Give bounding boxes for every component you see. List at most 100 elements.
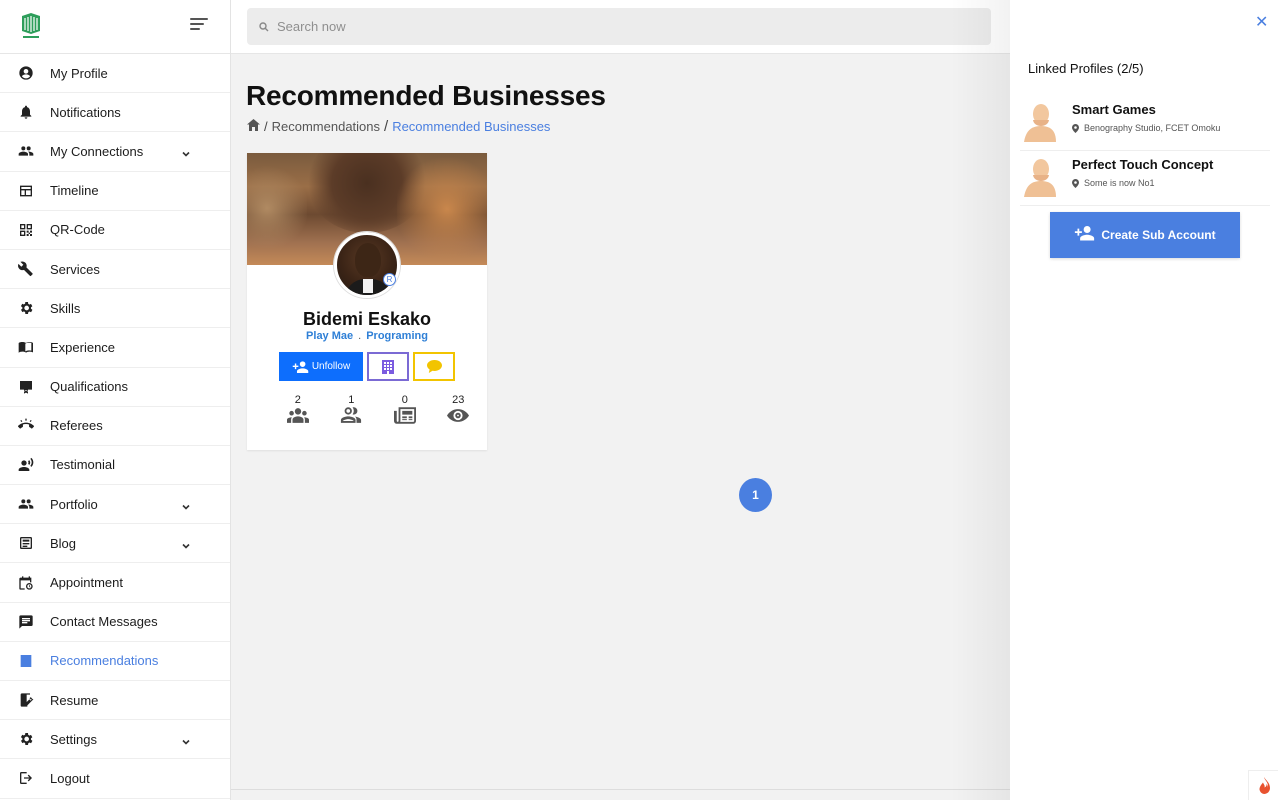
chevron-down-icon[interactable] xyxy=(181,499,191,510)
sidebar-item-label: Resume xyxy=(50,692,99,708)
sidebar-item-notifications[interactable]: Notifications xyxy=(0,93,230,133)
breadcrumb-parent[interactable]: Recommendations xyxy=(272,119,380,134)
views-stat[interactable]: 23 xyxy=(432,394,486,424)
sidebar-item-label: Blog xyxy=(50,535,77,551)
home-icon[interactable] xyxy=(247,119,260,134)
sidebar-item-label: Timeline xyxy=(50,183,99,199)
sidebar-item-my-profile[interactable]: My Profile xyxy=(0,54,230,94)
sidebar-item-services[interactable]: Services xyxy=(0,250,230,290)
tag[interactable]: Programing xyxy=(366,330,428,342)
search-bar[interactable] xyxy=(247,8,991,45)
sidebar-item-qualifications[interactable]: Qualifications xyxy=(0,368,230,407)
business-tags: Play Mae. Programing xyxy=(247,330,487,342)
sidebar-item-testimonial[interactable]: Testimonial xyxy=(0,446,230,486)
speaking-person-icon xyxy=(18,457,34,473)
connections-stat[interactable]: 1 xyxy=(325,394,379,424)
sidebar-item-resume[interactable]: Resume xyxy=(0,681,230,721)
followers-stat[interactable]: 2 xyxy=(271,394,325,424)
posts-stat[interactable]: 0 xyxy=(378,394,432,424)
sidebar-item-experience[interactable]: Experience xyxy=(0,328,230,368)
sidebar-item-appointment[interactable]: Appointment xyxy=(0,563,230,603)
linked-profile-location: Benography Studio, FCET Omoku xyxy=(1072,123,1220,133)
linked-profile-item[interactable]: Perfect Touch Concept Some is now No1 xyxy=(1020,151,1270,206)
search-input[interactable] xyxy=(277,19,957,34)
sidebar-item-qr-code[interactable]: QR-Code xyxy=(0,211,230,250)
search-icon xyxy=(259,21,269,31)
fire-widget[interactable] xyxy=(1248,770,1278,800)
stat-value: 0 xyxy=(401,394,408,406)
location-text: Some is now No1 xyxy=(1084,178,1155,188)
calendar-clock-icon xyxy=(18,575,34,591)
book-icon xyxy=(18,339,34,355)
sidebar-item-contact-messages[interactable]: Contact Messages xyxy=(0,603,230,642)
sidebar-item-recommendations[interactable]: Recommendations xyxy=(0,642,230,681)
create-sub-account-label: Create Sub Account xyxy=(1101,228,1216,242)
bell-icon xyxy=(18,104,34,120)
sidebar-item-portfolio[interactable]: Portfolio xyxy=(0,485,230,525)
default-avatar-icon xyxy=(1024,159,1056,197)
sidebar-item-label: Services xyxy=(50,261,100,277)
main-content: Recommended Businesses / Recommendations… xyxy=(231,54,1010,800)
sidebar-item-label: Referees xyxy=(50,418,103,434)
stat-value: 2 xyxy=(294,394,301,406)
group-icon xyxy=(286,408,309,423)
stat-value: 23 xyxy=(452,394,465,406)
chevron-down-icon[interactable] xyxy=(181,538,191,549)
close-icon[interactable]: ✕ xyxy=(1255,12,1268,32)
sidebar-item-label: Qualifications xyxy=(50,379,129,395)
sidebar-item-my-connections[interactable]: My Connections xyxy=(0,132,230,172)
sidebar-item-label: Contact Messages xyxy=(50,614,158,630)
registered-badge: R xyxy=(383,273,396,286)
breadcrumb-separator: / xyxy=(384,118,389,135)
chevron-down-icon[interactable] xyxy=(181,146,191,158)
default-avatar-icon xyxy=(1024,104,1056,142)
avatar[interactable] xyxy=(334,232,400,298)
sidebar-item-logout[interactable]: Logout xyxy=(0,759,230,799)
tools-icon xyxy=(18,261,34,277)
article-icon xyxy=(18,535,34,551)
message-button[interactable] xyxy=(413,352,455,381)
eye-icon xyxy=(447,409,470,422)
unfollow-label: Unfollow xyxy=(311,361,351,372)
business-button[interactable] xyxy=(367,352,409,381)
chevron-down-icon[interactable] xyxy=(181,734,191,745)
pagination-page-1[interactable]: 1 xyxy=(739,478,772,512)
people-icon xyxy=(18,143,34,159)
top-bar xyxy=(231,0,1010,54)
business-name[interactable]: Bidemi Eskako xyxy=(247,309,487,330)
sidebar-item-blog[interactable]: Blog xyxy=(0,524,230,564)
business-card: R Bidemi Eskako Play Mae. Programing Unfo… xyxy=(247,153,487,450)
panel-shadow xyxy=(950,0,1010,800)
breadcrumb-current: Recommended Businesses xyxy=(392,119,551,134)
person-add-icon xyxy=(1075,225,1095,240)
linked-profile-item[interactable]: Smart Games Benography Studio, FCET Omok… xyxy=(1020,96,1270,151)
people-outline-icon xyxy=(341,407,362,423)
cog-badge-icon xyxy=(18,300,34,316)
panel-title: Linked Profiles (2/5) xyxy=(1028,61,1144,76)
sidebar-item-label: Testimonial xyxy=(50,457,116,473)
sidebar-item-settings[interactable]: Settings xyxy=(0,720,230,760)
brand-logo[interactable] xyxy=(19,13,43,41)
sidebar-item-label: Settings xyxy=(50,731,97,747)
linked-profile-name: Smart Games xyxy=(1072,102,1156,117)
sidebar-item-label: Logout xyxy=(50,770,90,786)
sidebar-item-referees[interactable]: Referees xyxy=(0,407,230,446)
newspaper-icon xyxy=(393,407,416,424)
building-icon xyxy=(382,359,394,374)
recommend-icon xyxy=(18,653,34,669)
sidebar-item-label: My Connections xyxy=(50,143,144,159)
sidebar-item-label: Appointment xyxy=(50,575,123,591)
sidebar-item-label: Notifications xyxy=(50,104,121,120)
unfollow-button[interactable]: Unfollow xyxy=(279,352,363,381)
tag[interactable]: Play Mae xyxy=(306,330,353,342)
logout-icon xyxy=(18,770,34,786)
sidebar-item-timeline[interactable]: Timeline xyxy=(0,172,230,211)
edit-document-icon xyxy=(18,692,34,708)
menu-toggle-icon[interactable] xyxy=(190,18,210,34)
sidebar-item-skills[interactable]: Skills xyxy=(0,289,230,329)
qr-code-icon xyxy=(18,222,34,238)
breadcrumb: / Recommendations / Recommended Business… xyxy=(247,118,550,135)
create-sub-account-button[interactable]: Create Sub Account xyxy=(1050,212,1240,258)
gear-icon xyxy=(18,731,34,747)
card-actions: Unfollow xyxy=(279,352,455,381)
